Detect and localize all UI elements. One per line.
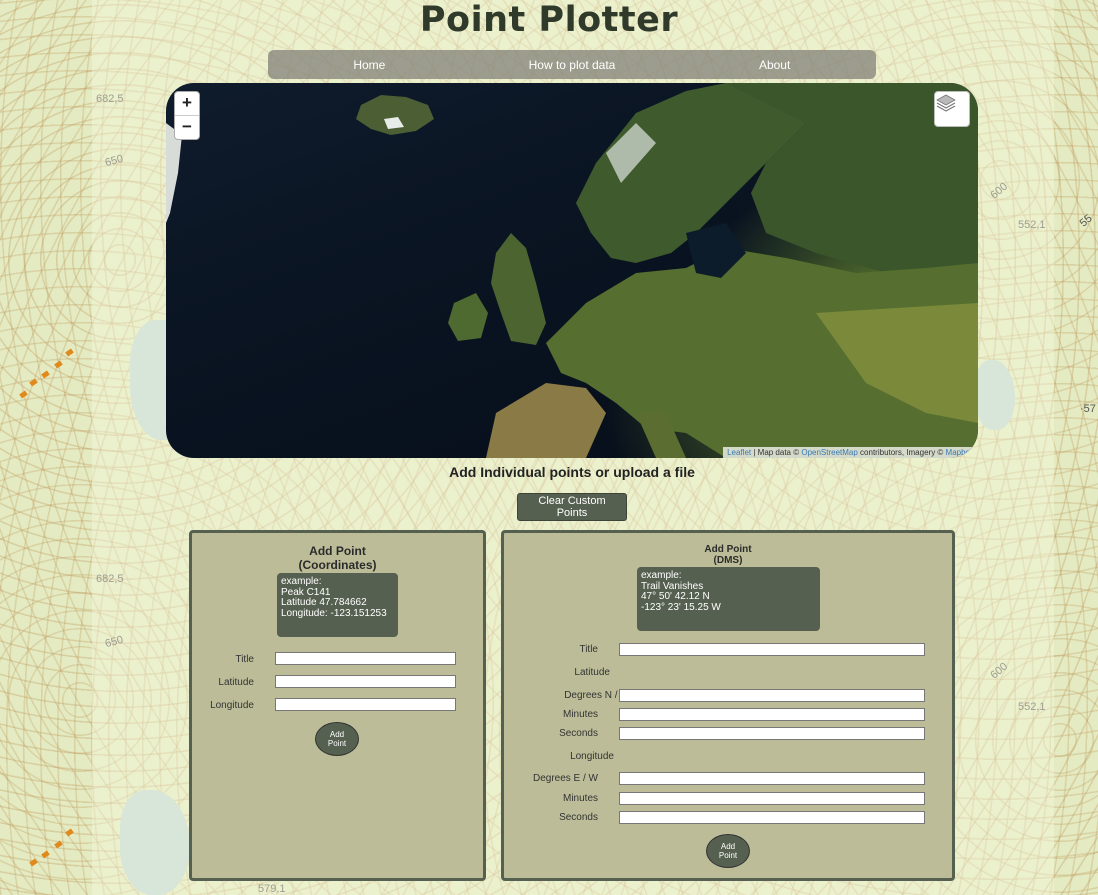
heading-line: (DMS)	[713, 555, 743, 566]
map-view[interactable]: + − Leaflet | Map data © OpenStreetMap c…	[166, 83, 978, 458]
dms-title-label: Title	[579, 644, 598, 655]
dms-example-box: example: Trail Vanishes 47° 50' 42.12 N …	[637, 567, 820, 631]
lon-minutes-input[interactable]	[619, 792, 925, 805]
coordinates-panel-heading: Add Point (Coordinates)	[192, 544, 483, 572]
longitude-label: Longitude	[210, 700, 254, 711]
lon-seconds-label: Seconds	[559, 812, 598, 823]
heading-line: (Coordinates)	[298, 558, 377, 572]
example-line: -123° 23' 15.25 W	[641, 601, 721, 613]
button-label: Add Point	[718, 842, 738, 860]
ireland-landmass	[448, 293, 488, 341]
coordinates-example-box: example: Peak C141 Latitude 47.784662 Lo…	[277, 573, 398, 637]
dms-panel: Add Point (DMS) example: Trail Vanishes …	[501, 530, 955, 881]
coordinates-panel: Add Point (Coordinates) example: Peak C1…	[189, 530, 486, 881]
example-line: Longitude: -123.151253	[281, 607, 387, 619]
heading-line: Add Point	[309, 544, 366, 558]
example-line: 47° 50' 42.12 N	[641, 591, 710, 602]
lon-degrees-input[interactable]	[619, 772, 925, 785]
attribution-text: contributors, Imagery ©	[857, 448, 946, 457]
layers-button[interactable]	[934, 91, 970, 127]
mapbox-link[interactable]: Mapbox	[946, 448, 974, 457]
iberia-landmass	[486, 383, 606, 458]
lat-minutes-input[interactable]	[619, 708, 925, 721]
lon-minutes-label: Minutes	[562, 793, 598, 804]
lon-degrees-label: Degrees E / W	[532, 773, 598, 784]
layers-icon	[936, 94, 956, 112]
page-title: Point Plotter	[419, 0, 679, 40]
button-label: Add Point	[327, 730, 347, 748]
dms-add-point-button[interactable]: Add Point	[706, 834, 750, 868]
example-line: example:	[641, 570, 682, 581]
nav-bar: Home How to plot data About	[268, 50, 876, 79]
elevation-label: 55	[1077, 212, 1095, 230]
latitude-header: Latitude	[574, 667, 610, 678]
map-attribution: Leaflet | Map data © OpenStreetMap contr…	[723, 447, 978, 458]
latitude-label: Latitude	[218, 677, 254, 688]
nav-about[interactable]: About	[675, 58, 875, 72]
lon-seconds-input[interactable]	[619, 811, 925, 824]
zoom-in-button[interactable]: +	[175, 92, 199, 115]
lat-minutes-label: Minutes	[562, 709, 598, 720]
lat-seconds-label: Seconds	[559, 728, 598, 739]
britain-landmass	[491, 233, 546, 345]
coord-latitude-input[interactable]	[275, 675, 456, 688]
lat-degrees-input[interactable]	[619, 689, 925, 702]
lat-degrees-label: Degrees N / S	[564, 690, 627, 701]
title-label: Title	[235, 654, 254, 665]
example-line: example:	[281, 576, 322, 587]
lat-seconds-input[interactable]	[619, 727, 925, 740]
attribution-text: | Map data ©	[751, 448, 802, 457]
clear-custom-points-button[interactable]: Clear Custom Points	[517, 493, 627, 521]
leaflet-link[interactable]: Leaflet	[727, 448, 751, 457]
section-subtitle: Add Individual points or upload a file	[449, 464, 695, 480]
zoom-control: + −	[174, 91, 200, 140]
nav-how-to-plot[interactable]: How to plot data	[472, 58, 672, 72]
elevation-label: ·57	[1080, 403, 1096, 415]
coord-longitude-input[interactable]	[275, 698, 456, 711]
dms-title-input[interactable]	[619, 643, 925, 656]
example-line: Latitude 47.784662	[281, 597, 367, 608]
dms-panel-heading: Add Point (DMS)	[504, 544, 952, 566]
satellite-imagery	[166, 83, 978, 458]
iceland-landmass	[356, 95, 434, 135]
osm-link[interactable]: OpenStreetMap	[801, 448, 857, 457]
coord-add-point-button[interactable]: Add Point	[315, 722, 359, 756]
coord-title-input[interactable]	[275, 652, 456, 665]
zoom-out-button[interactable]: −	[175, 115, 199, 139]
nav-home[interactable]: Home	[269, 58, 469, 72]
heading-line: Add Point	[704, 544, 752, 555]
longitude-header: Longitude	[570, 751, 614, 762]
